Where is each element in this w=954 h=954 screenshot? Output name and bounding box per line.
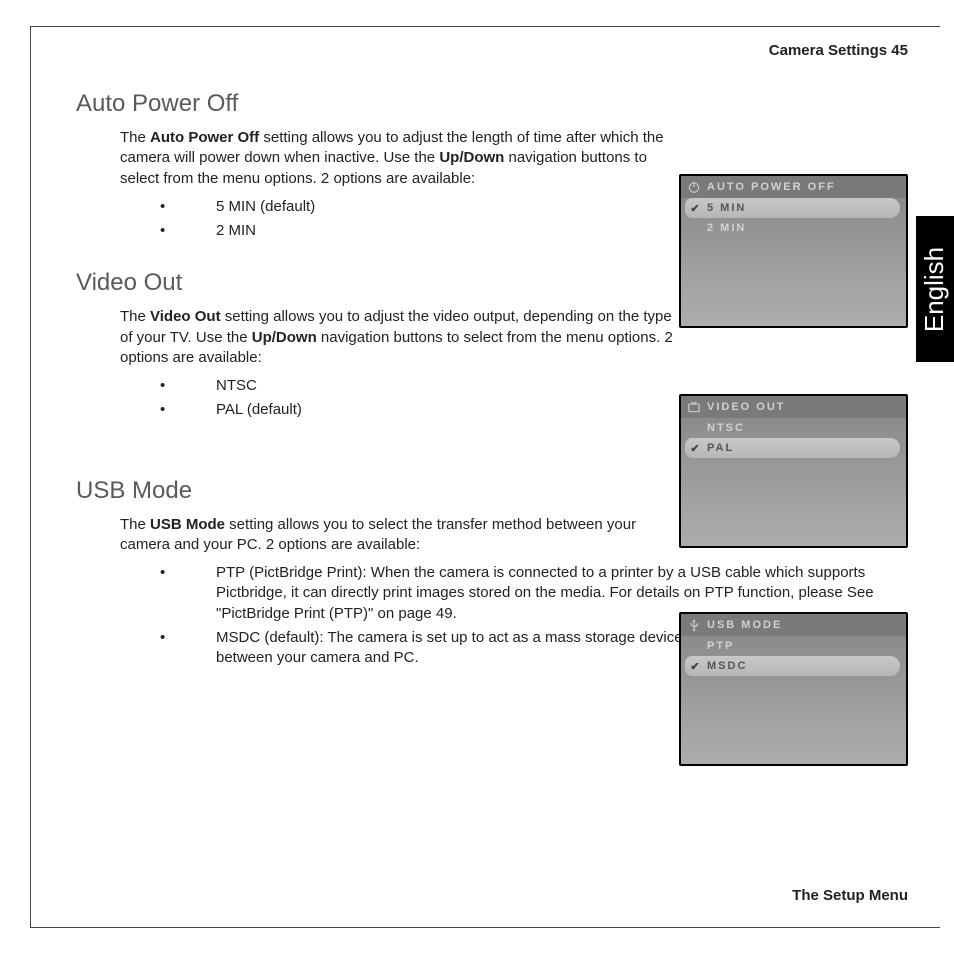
paragraph-video-out: The Video Out setting allows you to adju… (120, 307, 675, 368)
power-icon (687, 180, 701, 194)
page-footer: The Setup Menu (792, 887, 908, 904)
bold-term: Up/Down (252, 329, 317, 346)
menu-title: USB MODE (707, 619, 782, 631)
text: The (120, 129, 150, 146)
menu-item-label: PTP (707, 640, 734, 652)
paragraph-usb-mode: The USB Mode setting allows you to selec… (120, 515, 660, 556)
menu-item-label: MSDC (707, 660, 747, 672)
check-icon: ✔ (689, 202, 701, 215)
menu-item: ✔ 5 MIN (685, 198, 900, 218)
term: MSDC (default): (216, 629, 327, 646)
menu-item-label: 5 MIN (707, 202, 746, 214)
menu-title: VIDEO OUT (707, 401, 786, 413)
menu-item: ✔ NTSC (681, 418, 906, 438)
check-icon: ✔ (689, 442, 701, 455)
menu-item-label: PAL (707, 442, 734, 454)
check-icon: ✔ (689, 660, 701, 673)
bold-term: Video Out (150, 308, 221, 325)
page-header: Camera Settings 45 (769, 42, 908, 59)
menu-header: VIDEO OUT (681, 396, 906, 418)
bold-term: Up/Down (439, 149, 504, 166)
menu-title: AUTO POWER OFF (707, 181, 836, 193)
language-tab: English (916, 216, 954, 362)
usb-icon (687, 618, 701, 632)
paragraph-auto-power-off: The Auto Power Off setting allows you to… (120, 128, 675, 189)
tv-icon (687, 400, 701, 414)
menu-item: ✔ PTP (681, 636, 906, 656)
language-tab-label: English (920, 246, 951, 331)
bold-term: Auto Power Off (150, 129, 259, 146)
menu-header: USB MODE (681, 614, 906, 636)
bold-term: USB Mode (150, 516, 225, 533)
menu-header: AUTO POWER OFF (681, 176, 906, 198)
menu-item: ✔ 2 MIN (681, 218, 906, 238)
menu-item: ✔ PAL (685, 438, 900, 458)
menu-preview-auto-power-off: AUTO POWER OFF ✔ 5 MIN ✔ 2 MIN (679, 174, 908, 328)
menu-preview-video-out: VIDEO OUT ✔ NTSC ✔ PAL (679, 394, 908, 548)
text: The (120, 308, 150, 325)
menu-item-label: 2 MIN (707, 222, 746, 234)
term: PTP (PictBridge Print): (216, 564, 371, 581)
section-title-auto-power-off: Auto Power Off (76, 90, 926, 118)
menu-item: ✔ MSDC (685, 656, 900, 676)
text: The (120, 516, 150, 533)
menu-item-label: NTSC (707, 422, 745, 434)
menu-preview-usb-mode: USB MODE ✔ PTP ✔ MSDC (679, 612, 908, 766)
